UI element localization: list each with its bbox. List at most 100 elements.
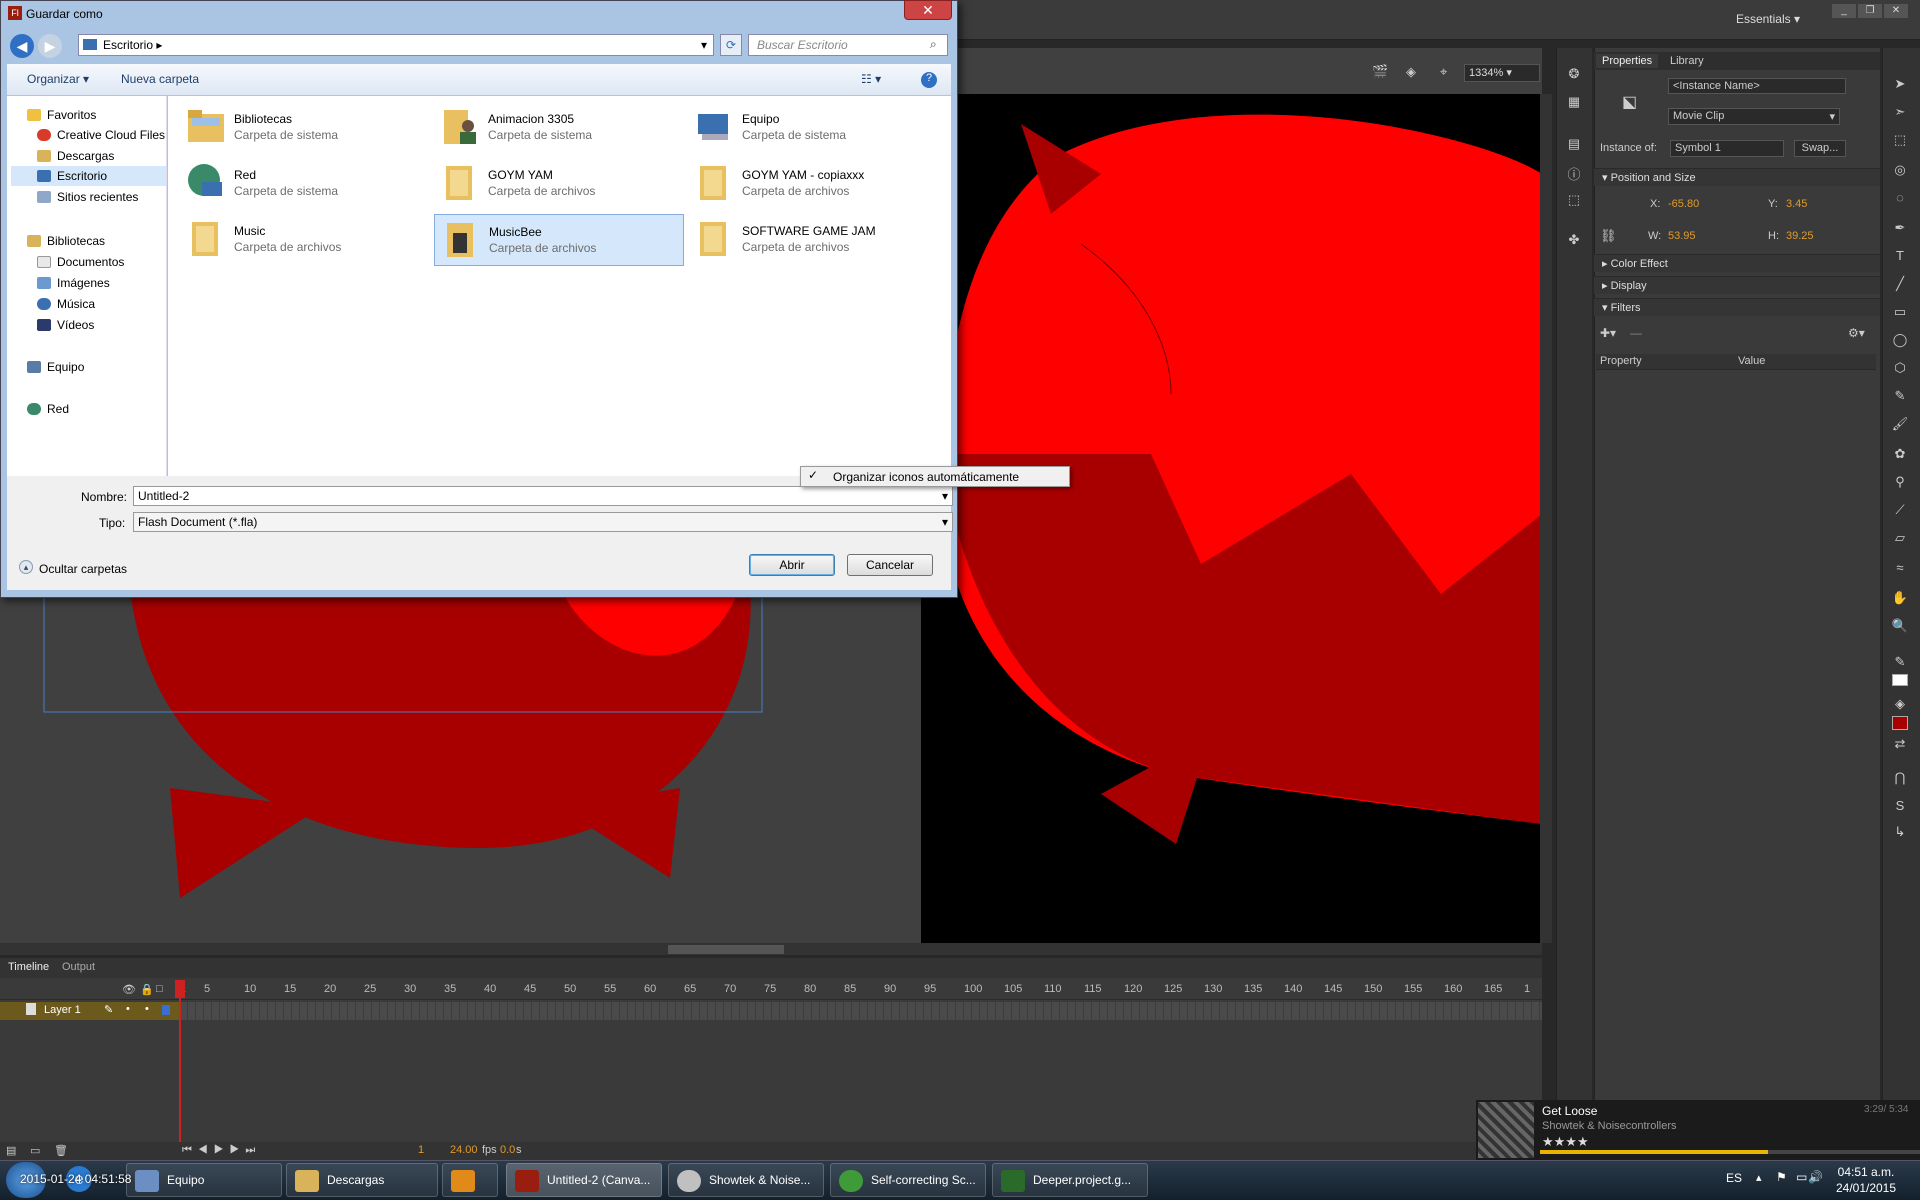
lock-dot[interactable]: • [145,1003,149,1015]
address-dropdown-icon[interactable]: ▾ [701,38,707,52]
taskbar-item-flash[interactable]: Untitled-2 (Canva... [506,1163,662,1197]
pencil-icon[interactable]: ✎ [104,1003,113,1016]
zoom-tool-icon[interactable]: 🔍 [1890,618,1910,636]
minimize-icon[interactable]: _ [1832,4,1856,18]
nav-creative-cloud[interactable]: Creative Cloud Files [37,128,165,142]
filename-dropdown-icon[interactable]: ▾ [942,489,948,503]
layer-frames[interactable] [180,1002,1542,1020]
taskbar-item-chrome[interactable]: Self-correcting Sc... [830,1163,986,1197]
vertical-scrollbar[interactable] [1540,94,1552,943]
rectangle-tool-icon[interactable]: ▭ [1890,304,1910,322]
taskbar-item-equipo[interactable]: Equipo [126,1163,282,1197]
eraser-icon[interactable]: ▱ [1890,530,1910,548]
frame-number[interactable]: 35 [444,983,456,995]
file-item[interactable]: GOYM YAM - copiaxxx Carpeta de archivos [688,158,938,210]
frame-number[interactable]: 145 [1324,983,1342,995]
stroke-color-icon[interactable]: ✎ [1890,654,1910,672]
file-item[interactable]: Music Carpeta de archivos [180,214,430,266]
close-icon[interactable]: ✕ [1884,4,1908,18]
frame-number[interactable]: 100 [964,983,982,995]
organize-menu[interactable]: Organizar ▾ [27,72,89,86]
search-icon[interactable]: ⌕ [930,37,937,52]
swap-colors-icon[interactable]: ⇄ [1890,736,1910,754]
frame-number[interactable]: 55 [604,983,616,995]
tab-library[interactable]: Library [1664,54,1710,68]
outline-color-swatch[interactable] [162,1005,170,1015]
clapper-icon[interactable]: 🎬 [1372,64,1388,80]
current-frame[interactable]: 1 [418,1144,424,1156]
file-item[interactable]: Equipo Carpeta de sistema [688,102,938,154]
taskbar-item-utorrent[interactable]: Deeper.project.g... [992,1163,1148,1197]
nav-downloads[interactable]: Descargas [37,149,114,163]
frame-number[interactable]: 155 [1404,983,1422,995]
folder-icon[interactable]: ▭ [30,1144,40,1157]
forward-arrow-icon[interactable]: ▶ [38,34,62,58]
frame-number[interactable]: 165 [1484,983,1502,995]
link-icon[interactable]: ⛓ [1600,228,1617,244]
cancel-button[interactable]: Cancelar [847,554,933,576]
frame-number[interactable]: 15 [284,983,296,995]
file-item[interactable]: Animacion 3305 Carpeta de sistema [434,102,684,154]
lock-icon[interactable]: 🔒 [140,983,154,996]
frame-number[interactable]: 125 [1164,983,1182,995]
align-icon[interactable]: ▦ [1564,94,1584,112]
network-tray-icon[interactable]: ▭ [1796,1170,1807,1184]
subselection-tool-icon[interactable]: ➣ [1890,104,1910,122]
eye-icon[interactable]: 👁 [122,983,136,996]
frame-number[interactable]: 90 [884,983,896,995]
address-bar[interactable]: Escritorio ▸ ▾ [78,34,714,56]
text-tool-icon[interactable]: T [1890,248,1910,266]
motion-icon[interactable]: ❂ [1564,66,1584,84]
back-arrow-icon[interactable]: ◀ [10,34,34,58]
flag-icon[interactable]: ⚑ [1776,1170,1787,1184]
free-transform-icon[interactable]: ⬚ [1890,132,1910,150]
gear-icon[interactable]: ⚙▾ [1848,326,1865,340]
nav-music[interactable]: Música [37,297,95,311]
restore-icon[interactable]: ❐ [1858,4,1882,18]
fill-color-icon[interactable]: ◈ [1890,696,1910,714]
frame-number[interactable]: 70 [724,983,736,995]
language-indicator[interactable]: ES [1726,1171,1742,1185]
frame-number[interactable]: 1 [1524,983,1530,995]
nav-documents[interactable]: Documentos [37,255,124,269]
nav-desktop[interactable]: Escritorio [37,169,107,183]
polystar-tool-icon[interactable]: ⬡ [1890,360,1910,378]
display-header[interactable]: ▸ Display [1594,276,1880,294]
nav-computer[interactable]: Equipo [27,360,84,374]
selection-tool-icon[interactable]: ➤ [1890,76,1910,94]
snap-magnet-icon[interactable]: ⋂ [1890,770,1910,788]
nav-favorites[interactable]: Favoritos [27,108,96,122]
taskbar-clock[interactable]: 04:51 a.m. 24/01/2015 [1826,1164,1906,1196]
frame-number[interactable]: 20 [324,983,336,995]
remove-filter-icon[interactable]: — [1630,326,1642,340]
nav-network[interactable]: Red [27,402,69,416]
file-item-selected[interactable]: MusicBee Carpeta de archivos [434,214,684,266]
h-value[interactable]: 39.25 [1786,230,1814,242]
frame-number[interactable]: 80 [804,983,816,995]
frame-number[interactable]: 105 [1004,983,1022,995]
nav-libraries[interactable]: Bibliotecas [27,234,105,248]
rating-stars[interactable]: ★★★★ [1542,1134,1589,1150]
dialog-close-button[interactable]: ✕ [904,0,952,20]
oval-tool-icon[interactable]: ◯ [1890,332,1910,350]
tab-output[interactable]: Output [62,961,95,973]
library-icon[interactable]: ▤ [1564,136,1584,154]
y-value[interactable]: 3.45 [1786,198,1807,210]
view-options-icon[interactable]: ☷ ▾ [861,72,881,86]
nav-videos[interactable]: Vídeos [37,318,94,332]
trash-icon[interactable]: 🗑 [54,1144,68,1157]
deco-tool-icon[interactable]: ✿ [1890,446,1910,464]
taskbar-item-musicbee[interactable]: Showtek & Noise... [668,1163,824,1197]
instance-of-field[interactable]: Symbol 1 [1670,140,1784,157]
filters-header[interactable]: ▾ Filters [1594,298,1880,316]
frame-number[interactable]: 5 [204,983,210,995]
horizontal-scroll-thumb[interactable] [668,945,784,954]
filename-input[interactable]: Untitled-2 ▾ [133,486,953,506]
refresh-icon[interactable]: ⟳ [720,34,742,56]
frame-number[interactable]: 30 [404,983,416,995]
new-folder-button[interactable]: Nueva carpeta [121,72,199,86]
color-effect-header[interactable]: ▸ Color Effect [1594,254,1880,272]
frame-number[interactable]: 120 [1124,983,1142,995]
taskbar-item-media[interactable] [442,1163,498,1197]
eyedropper-icon[interactable]: ⟋ [1890,502,1910,520]
